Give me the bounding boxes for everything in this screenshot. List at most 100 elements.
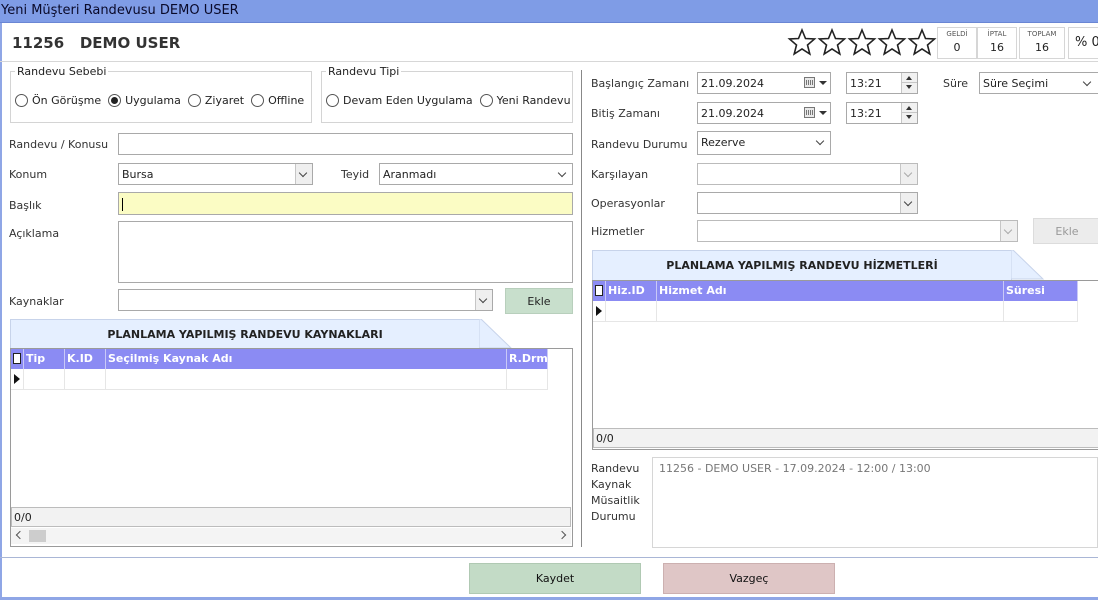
- window-left-edge: [0, 23, 2, 600]
- column-header-type[interactable]: Tip: [24, 349, 65, 369]
- services-grid-header: Hiz.ID Hizmet Adı Süresi: [593, 281, 1078, 301]
- column-header-resource-name[interactable]: Seçilmiş Kaynak Adı: [106, 349, 507, 369]
- chevron-down-icon[interactable]: [819, 111, 827, 115]
- chevron-down-icon[interactable]: [295, 164, 312, 184]
- window-title: Yeni Müşteri Randevusu DEMO USER: [0, 0, 1098, 23]
- calendar-icon[interactable]: [804, 77, 815, 88]
- chevron-down-icon[interactable]: [1080, 73, 1097, 93]
- time-spinner[interactable]: [901, 73, 917, 93]
- greeter-select[interactable]: [697, 163, 918, 185]
- duration-select[interactable]: Süre Seçimi: [979, 72, 1098, 94]
- column-chooser-icon[interactable]: [11, 349, 24, 369]
- location-label: Konum: [9, 168, 48, 181]
- start-time-spinner[interactable]: 13:21: [846, 72, 918, 94]
- services-panel-tab[interactable]: PLANLAMA YAPILMIŞ RANDEVU HİZMETLERİ: [592, 250, 1012, 280]
- availability-text: 11256 - DEMO USER - 17.09.2024 - 12:00 /…: [652, 457, 1098, 548]
- heading-input[interactable]: [118, 192, 573, 215]
- radio-label: Yeni Randevu: [496, 94, 571, 107]
- radio-circle[interactable]: [479, 94, 493, 107]
- table-cell[interactable]: [24, 369, 65, 390]
- spin-down-icon[interactable]: [902, 83, 917, 93]
- table-cell[interactable]: [106, 369, 507, 390]
- star-2-icon[interactable]: [817, 27, 847, 57]
- scroll-right-icon[interactable]: [557, 530, 567, 540]
- table-row[interactable]: [593, 301, 1078, 322]
- column-header-service-id[interactable]: Hiz.ID: [606, 281, 657, 301]
- column-header-kid[interactable]: K.ID: [65, 349, 106, 369]
- rating-stars: [787, 27, 937, 57]
- chevron-down-icon[interactable]: [900, 193, 917, 213]
- calendar-icon[interactable]: [804, 107, 815, 118]
- radio-label: Offline: [268, 94, 305, 107]
- chevron-down-icon[interactable]: [819, 81, 827, 85]
- star-4-icon[interactable]: [877, 27, 907, 57]
- radio-new-appointment[interactable]: Yeni Randevu: [479, 94, 571, 107]
- operations-select[interactable]: [697, 192, 918, 214]
- chevron-down-icon[interactable]: [1000, 221, 1017, 241]
- confirm-select[interactable]: Aranmadı: [379, 163, 573, 185]
- resources-select[interactable]: [118, 289, 493, 311]
- reason-group: Randevu Sebebi Ön Görüşme Uygulama Ziyar…: [10, 65, 312, 123]
- resources-panel-tab[interactable]: PLANLAMA YAPILMIŞ RANDEVU KAYNAKLARI: [10, 319, 480, 349]
- location-select[interactable]: Bursa: [118, 163, 313, 185]
- radio-circle[interactable]: [326, 94, 339, 107]
- panel-tab-slant-icon: [1011, 250, 1045, 280]
- add-resource-button[interactable]: Ekle: [505, 288, 573, 314]
- services-select[interactable]: [697, 220, 1018, 242]
- spin-up-icon[interactable]: [902, 73, 917, 83]
- duration-label: Süre: [943, 77, 969, 90]
- column-chooser-icon[interactable]: [593, 281, 606, 301]
- radio-visit[interactable]: Ziyaret: [187, 94, 244, 107]
- status-select[interactable]: Rezerve: [697, 131, 831, 155]
- column-header-duration[interactable]: Süresi: [1004, 281, 1078, 301]
- add-service-button[interactable]: Ekle: [1033, 218, 1098, 244]
- radio-pre-meeting[interactable]: Ön Görüşme: [15, 94, 101, 107]
- radio-circle[interactable]: [187, 94, 201, 107]
- type-group: Randevu Tipi Devam Eden Uygulama Yeni Ra…: [321, 65, 573, 123]
- table-cell[interactable]: [507, 369, 548, 390]
- resources-grid-header: Tip K.ID Seçilmiş Kaynak Adı R.Drm: [11, 349, 548, 369]
- star-3-icon[interactable]: [847, 27, 877, 57]
- star-1-icon[interactable]: [787, 27, 817, 57]
- radio-application[interactable]: Uygulama: [108, 94, 181, 107]
- star-5-icon[interactable]: [907, 27, 937, 57]
- column-header-rdrm[interactable]: R.Drm: [507, 349, 548, 369]
- type-group-legend: Randevu Tipi: [328, 65, 400, 78]
- row-indicator-icon: [11, 369, 24, 390]
- panel-tab-slant-icon: [479, 319, 513, 349]
- confirm-value: Aranmadı: [383, 168, 437, 181]
- save-button[interactable]: Kaydet: [469, 563, 641, 594]
- table-cell[interactable]: [1004, 301, 1078, 322]
- end-time-label: Bitiş Zamanı: [591, 107, 660, 120]
- radio-circle[interactable]: [251, 94, 265, 107]
- end-time-spinner[interactable]: 13:21: [846, 102, 918, 124]
- column-header-service-name[interactable]: Hizmet Adı: [657, 281, 1004, 301]
- description-textarea[interactable]: [118, 221, 573, 283]
- duration-value: Süre Seçimi: [983, 77, 1049, 90]
- chevron-down-icon[interactable]: [900, 164, 917, 184]
- end-date-picker[interactable]: 21.09.2024: [697, 102, 831, 124]
- chevron-down-icon[interactable]: [813, 132, 830, 152]
- radio-circle[interactable]: [15, 94, 28, 107]
- spin-up-icon[interactable]: [902, 103, 917, 113]
- chevron-down-icon[interactable]: [475, 290, 492, 310]
- resources-horizontal-scrollbar[interactable]: [11, 528, 571, 544]
- table-cell[interactable]: [65, 369, 106, 390]
- radio-circle[interactable]: [108, 94, 122, 107]
- table-cell[interactable]: [606, 301, 657, 322]
- scroll-left-icon[interactable]: [15, 530, 25, 540]
- stat-total-label: TOPLAM: [1027, 30, 1057, 38]
- cancel-button[interactable]: Vazgeç: [663, 563, 835, 594]
- radio-ongoing-application[interactable]: Devam Eden Uygulama: [326, 94, 473, 107]
- subject-input[interactable]: [118, 133, 573, 155]
- time-spinner[interactable]: [901, 103, 917, 123]
- stat-came: GELDİ 0: [937, 27, 977, 59]
- start-date-picker[interactable]: 21.09.2024: [697, 72, 831, 94]
- spin-down-icon[interactable]: [902, 113, 917, 123]
- radio-offline[interactable]: Offline: [251, 94, 304, 107]
- scroll-thumb[interactable]: [29, 530, 46, 542]
- table-cell[interactable]: [657, 301, 1004, 322]
- availability-label-line: Randevu: [591, 462, 640, 475]
- table-row[interactable]: [11, 369, 548, 390]
- chevron-down-icon[interactable]: [555, 164, 572, 184]
